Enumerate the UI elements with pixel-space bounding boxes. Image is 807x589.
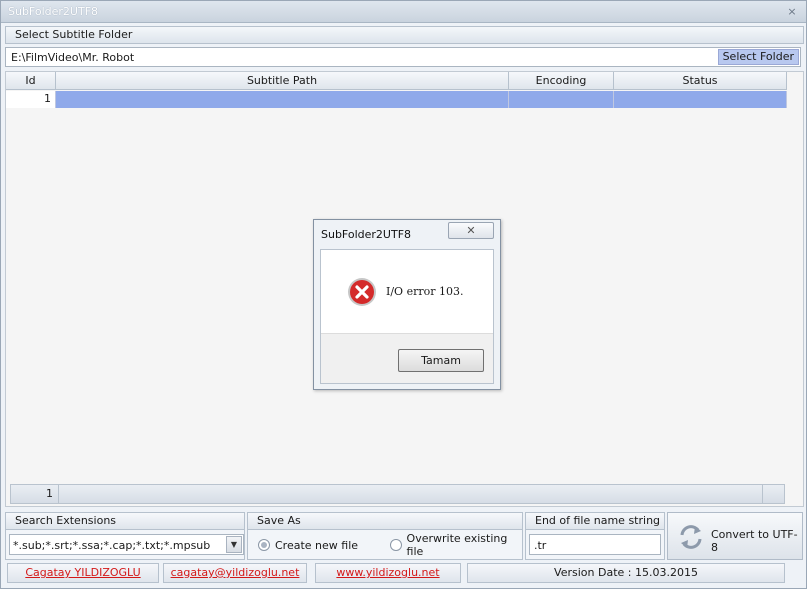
grid-header-row: Id Subtitle Path Encoding Status <box>6 72 787 90</box>
radio-overwrite-existing-file[interactable]: Overwrite existing file <box>390 532 522 558</box>
suffix-input[interactable]: .tr <box>529 534 661 555</box>
suffix-value: .tr <box>534 539 547 552</box>
suffix-panel: End of file name string .tr <box>525 512 665 560</box>
convert-button[interactable]: Convert to UTF-8 <box>667 512 803 560</box>
folder-path-value: E:\FilmVideo\Mr. Robot <box>11 51 135 64</box>
radio-overwrite-existing-file-dot[interactable] <box>390 539 402 551</box>
title-bar[interactable]: SubFolder2UTF8 × <box>1 1 806 23</box>
column-header-status[interactable]: Status <box>614 72 787 90</box>
column-header-encoding[interactable]: Encoding <box>509 72 614 90</box>
radio-overwrite-existing-file-label: Overwrite existing file <box>406 532 508 558</box>
table-row[interactable]: 1 <box>6 91 787 108</box>
email-link-cell[interactable]: cagatay@yildizoglu.net <box>163 563 307 583</box>
cell-id: 1 <box>6 91 56 108</box>
version-date: Version Date : 15.03.2015 <box>467 563 785 583</box>
radio-create-new-file[interactable]: Create new file <box>258 538 358 552</box>
refresh-icon <box>680 525 702 549</box>
dialog-close-icon[interactable]: ✕ <box>448 222 494 239</box>
select-folder-button[interactable]: Select Folder <box>717 49 799 65</box>
column-header-subtitle-path[interactable]: Subtitle Path <box>56 72 509 90</box>
email-link[interactable]: cagatay@yildizoglu.net <box>171 566 300 579</box>
save-as-header: Save As <box>248 513 522 530</box>
dialog-footer: Tamam <box>321 333 493 383</box>
error-dialog: SubFolder2UTF8 ✕ I/O error 103. Tamam <box>313 219 501 390</box>
folder-section-header: Select Subtitle Folder <box>5 26 804 44</box>
grid-footer: 1 <box>10 484 785 504</box>
convert-button-label: Convert to UTF-8 <box>711 528 798 554</box>
row-count: 1 <box>11 485 59 503</box>
ok-button[interactable]: Tamam <box>398 349 484 372</box>
window-title: SubFolder2UTF8 <box>8 5 99 18</box>
cell-status[interactable] <box>614 91 787 108</box>
grid-footer-cap <box>762 485 784 503</box>
folder-path-field[interactable]: E:\FilmVideo\Mr. Robot Select Folder <box>5 47 801 67</box>
save-as-panel: Save As Create new file Overwrite existi… <box>247 512 523 560</box>
website-link-cell[interactable]: www.yildizoglu.net <box>315 563 461 583</box>
search-extensions-header: Search Extensions <box>6 513 244 530</box>
author-link-cell[interactable]: Cagatay YILDIZOGLU <box>7 563 159 583</box>
column-header-id[interactable]: Id <box>6 72 56 90</box>
dialog-body: I/O error 103. Tamam <box>320 249 494 384</box>
cell-subtitle-path[interactable] <box>56 91 509 108</box>
website-link[interactable]: www.yildizoglu.net <box>336 566 439 579</box>
dialog-title: SubFolder2UTF8 <box>321 228 412 241</box>
author-link[interactable]: Cagatay YILDIZOGLU <box>25 566 140 579</box>
search-extensions-value: *.sub;*.srt;*.ssa;*.cap;*.txt;*.mpsub <box>13 539 211 552</box>
cell-encoding[interactable] <box>509 91 614 108</box>
search-extensions-combo[interactable]: *.sub;*.srt;*.ssa;*.cap;*.txt;*.mpsub ▼ <box>9 534 244 555</box>
suffix-header: End of file name string <box>526 513 664 530</box>
search-extensions-panel: Search Extensions *.sub;*.srt;*.ssa;*.ca… <box>5 512 245 560</box>
radio-create-new-file-label: Create new file <box>275 538 359 552</box>
error-icon <box>348 278 376 306</box>
radio-create-new-file-dot[interactable] <box>258 539 270 551</box>
main-window: SubFolder2UTF8 × Select Subtitle Folder … <box>0 0 807 589</box>
chevron-down-icon[interactable]: ▼ <box>226 536 242 553</box>
close-icon[interactable]: × <box>784 4 800 19</box>
dialog-message: I/O error 103. <box>386 285 464 298</box>
